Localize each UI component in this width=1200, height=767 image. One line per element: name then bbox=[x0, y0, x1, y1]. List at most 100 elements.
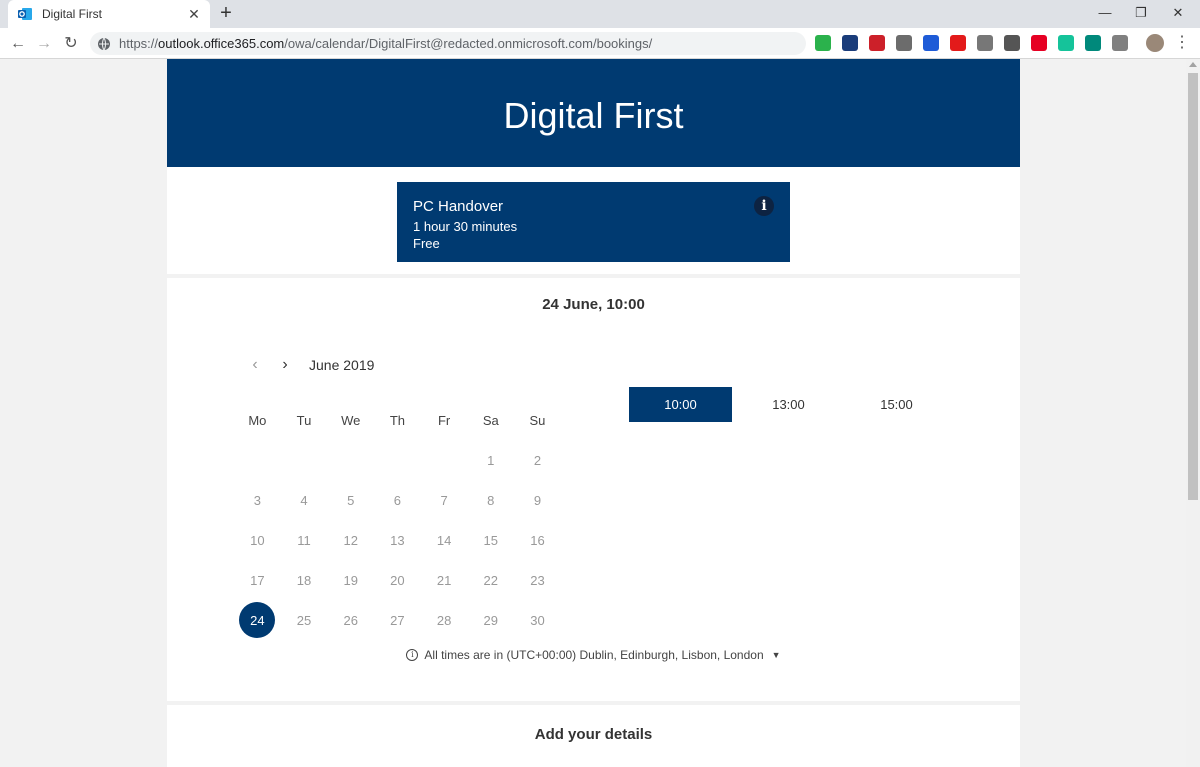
service-panel: PC Handover 1 hour 30 minutes Free i bbox=[167, 167, 1020, 274]
calendar-day[interactable]: 18 bbox=[281, 560, 328, 600]
time-slot-selected[interactable]: 10:00 bbox=[629, 387, 732, 422]
timezone-row: i All times are in (UTC+00:00) Dublin, E… bbox=[167, 648, 1020, 662]
selected-datetime: 24 June, 10:00 bbox=[542, 296, 645, 313]
calendar-day[interactable]: 6 bbox=[374, 480, 421, 520]
tampermonkey-icon[interactable] bbox=[1085, 35, 1101, 51]
feedly-icon[interactable] bbox=[815, 35, 831, 51]
info-icon[interactable]: i bbox=[754, 196, 774, 216]
weekday-label: Fr bbox=[437, 412, 451, 428]
timezone-prefix: All times are in bbox=[424, 648, 504, 662]
calendar-week-row: 3456789 bbox=[234, 480, 561, 520]
calendar-day[interactable]: 10 bbox=[234, 520, 281, 560]
month-navigation: ‹ › June 2019 bbox=[245, 356, 374, 374]
calendar-day[interactable]: 8 bbox=[467, 480, 514, 520]
address-bar[interactable]: https://outlook.office365.com/owa/calend… bbox=[90, 32, 806, 55]
scroll-up-icon[interactable] bbox=[1189, 62, 1197, 67]
restore-button[interactable]: ❐ bbox=[1123, 0, 1159, 28]
calendar-empty-cell bbox=[234, 440, 281, 480]
business-header: Digital First bbox=[167, 59, 1020, 167]
new-tab-button[interactable]: + bbox=[216, 3, 236, 23]
calendar-day[interactable]: 17 bbox=[234, 560, 281, 600]
weekday-label: Tu bbox=[296, 412, 312, 428]
calendar-day[interactable]: 16 bbox=[514, 520, 561, 560]
service-card[interactable]: PC Handover 1 hour 30 minutes Free i bbox=[397, 182, 790, 262]
calendar-week-row: 24 25 26 27 28 29 30 bbox=[234, 600, 561, 640]
weekday-label: Su bbox=[529, 412, 546, 428]
camera-icon[interactable] bbox=[977, 35, 993, 51]
chevron-left-icon[interactable]: ‹ bbox=[245, 356, 265, 374]
window-close-button[interactable]: ✕ bbox=[1160, 0, 1196, 28]
calendar-week-row: 12 bbox=[234, 440, 561, 480]
calendar-empty-cell bbox=[374, 440, 421, 480]
url-prefix: https:// bbox=[119, 36, 159, 51]
outlook-icon bbox=[18, 8, 32, 20]
calendar-day[interactable]: 22 bbox=[467, 560, 514, 600]
browser-menu-icon[interactable]: ⋮ bbox=[1174, 34, 1190, 52]
weekday-label: Mo bbox=[248, 412, 267, 428]
minimize-button[interactable]: — bbox=[1087, 0, 1123, 28]
calendar-day[interactable]: 7 bbox=[421, 480, 468, 520]
timezone-select[interactable]: (UTC+00:00) Dublin, Edinburgh, Lisbon, L… bbox=[506, 648, 763, 662]
page-viewport: Digital First PC Handover 1 hour 30 minu… bbox=[0, 59, 1186, 767]
ghostery-icon[interactable] bbox=[896, 35, 912, 51]
calendar-day[interactable]: 27 bbox=[374, 600, 421, 640]
scrollbar[interactable] bbox=[1186, 59, 1200, 767]
calendar-week-row: 10 11 12 13 14 15 16 bbox=[234, 520, 561, 560]
lastpass-icon[interactable] bbox=[869, 35, 885, 51]
caret-down-icon[interactable]: ▼ bbox=[772, 650, 781, 660]
time-slot[interactable]: 15:00 bbox=[845, 387, 948, 422]
chevron-right-icon[interactable]: › bbox=[275, 356, 295, 374]
calendar-empty-cell bbox=[281, 440, 328, 480]
calendar-panel: 24 June, 10:00 ‹ › June 2019 Mo Tu We Th Fr S… bbox=[167, 278, 1020, 701]
calendar-day[interactable]: 26 bbox=[327, 600, 374, 640]
weekday-label: We bbox=[341, 412, 361, 428]
scrollbar-thumb[interactable] bbox=[1188, 73, 1198, 500]
calendar-day[interactable]: 25 bbox=[281, 600, 328, 640]
service-name: PC Handover bbox=[413, 198, 504, 215]
browser-toolbar: ← → ↻ https://outlook.office365.com/owa/… bbox=[0, 28, 1200, 59]
vimeo-icon[interactable] bbox=[842, 35, 858, 51]
calendar-day[interactable]: 13 bbox=[374, 520, 421, 560]
calendar-day[interactable]: 1 bbox=[467, 440, 514, 480]
extension-icons bbox=[815, 35, 1128, 51]
service-price: Free bbox=[413, 236, 440, 251]
calendar-day[interactable]: 28 bbox=[421, 600, 468, 640]
calendar-day[interactable]: 3 bbox=[234, 480, 281, 520]
calendar-day[interactable]: 15 bbox=[467, 520, 514, 560]
calendar-week-row: 17 18 19 20 21 22 23 bbox=[234, 560, 561, 600]
profile-avatar[interactable] bbox=[1146, 34, 1164, 52]
calendar-empty-cell bbox=[327, 440, 374, 480]
calendar-day[interactable]: 19 bbox=[327, 560, 374, 600]
month-label: June 2019 bbox=[309, 357, 375, 373]
drive-icon[interactable] bbox=[1112, 35, 1128, 51]
browser-tab[interactable]: Digital First ✕ bbox=[8, 0, 210, 28]
time-slot[interactable]: 13:00 bbox=[737, 387, 840, 422]
details-title: Add your details bbox=[534, 726, 653, 743]
pinterest-icon[interactable] bbox=[1031, 35, 1047, 51]
reload-icon[interactable]: ↻ bbox=[60, 33, 82, 55]
tab-close-icon[interactable]: ✕ bbox=[184, 6, 204, 23]
calendar-day[interactable]: 14 bbox=[421, 520, 468, 560]
calendar-day-selected[interactable]: 24 bbox=[234, 600, 281, 640]
calendar-day[interactable]: 2 bbox=[514, 440, 561, 480]
forward-icon[interactable]: → bbox=[33, 33, 55, 55]
grammarly-icon[interactable] bbox=[1058, 35, 1074, 51]
calendar-day[interactable]: 4 bbox=[281, 480, 328, 520]
calendar-day[interactable]: 29 bbox=[467, 600, 514, 640]
comment-icon[interactable] bbox=[1004, 35, 1020, 51]
calendar-day[interactable]: 30 bbox=[514, 600, 561, 640]
calendar-day[interactable]: 11 bbox=[281, 520, 328, 560]
calendar-day[interactable]: 12 bbox=[327, 520, 374, 560]
calendar-day[interactable]: 9 bbox=[514, 480, 561, 520]
calendar-empty-cell bbox=[421, 440, 468, 480]
weekday-header-row: Mo Tu We Th Fr Sa Su bbox=[234, 400, 561, 440]
calendar-day[interactable]: 23 bbox=[514, 560, 561, 600]
calendar-day[interactable]: 21 bbox=[421, 560, 468, 600]
opera-icon[interactable] bbox=[950, 35, 966, 51]
grid-icon[interactable] bbox=[923, 35, 939, 51]
calendar-day[interactable]: 20 bbox=[374, 560, 421, 600]
calendar-day[interactable]: 5 bbox=[327, 480, 374, 520]
url-host: outlook.office365.com bbox=[158, 36, 285, 51]
back-icon[interactable]: ← bbox=[7, 33, 29, 55]
tab-strip: Digital First ✕ + — ❐ ✕ bbox=[0, 0, 1200, 28]
